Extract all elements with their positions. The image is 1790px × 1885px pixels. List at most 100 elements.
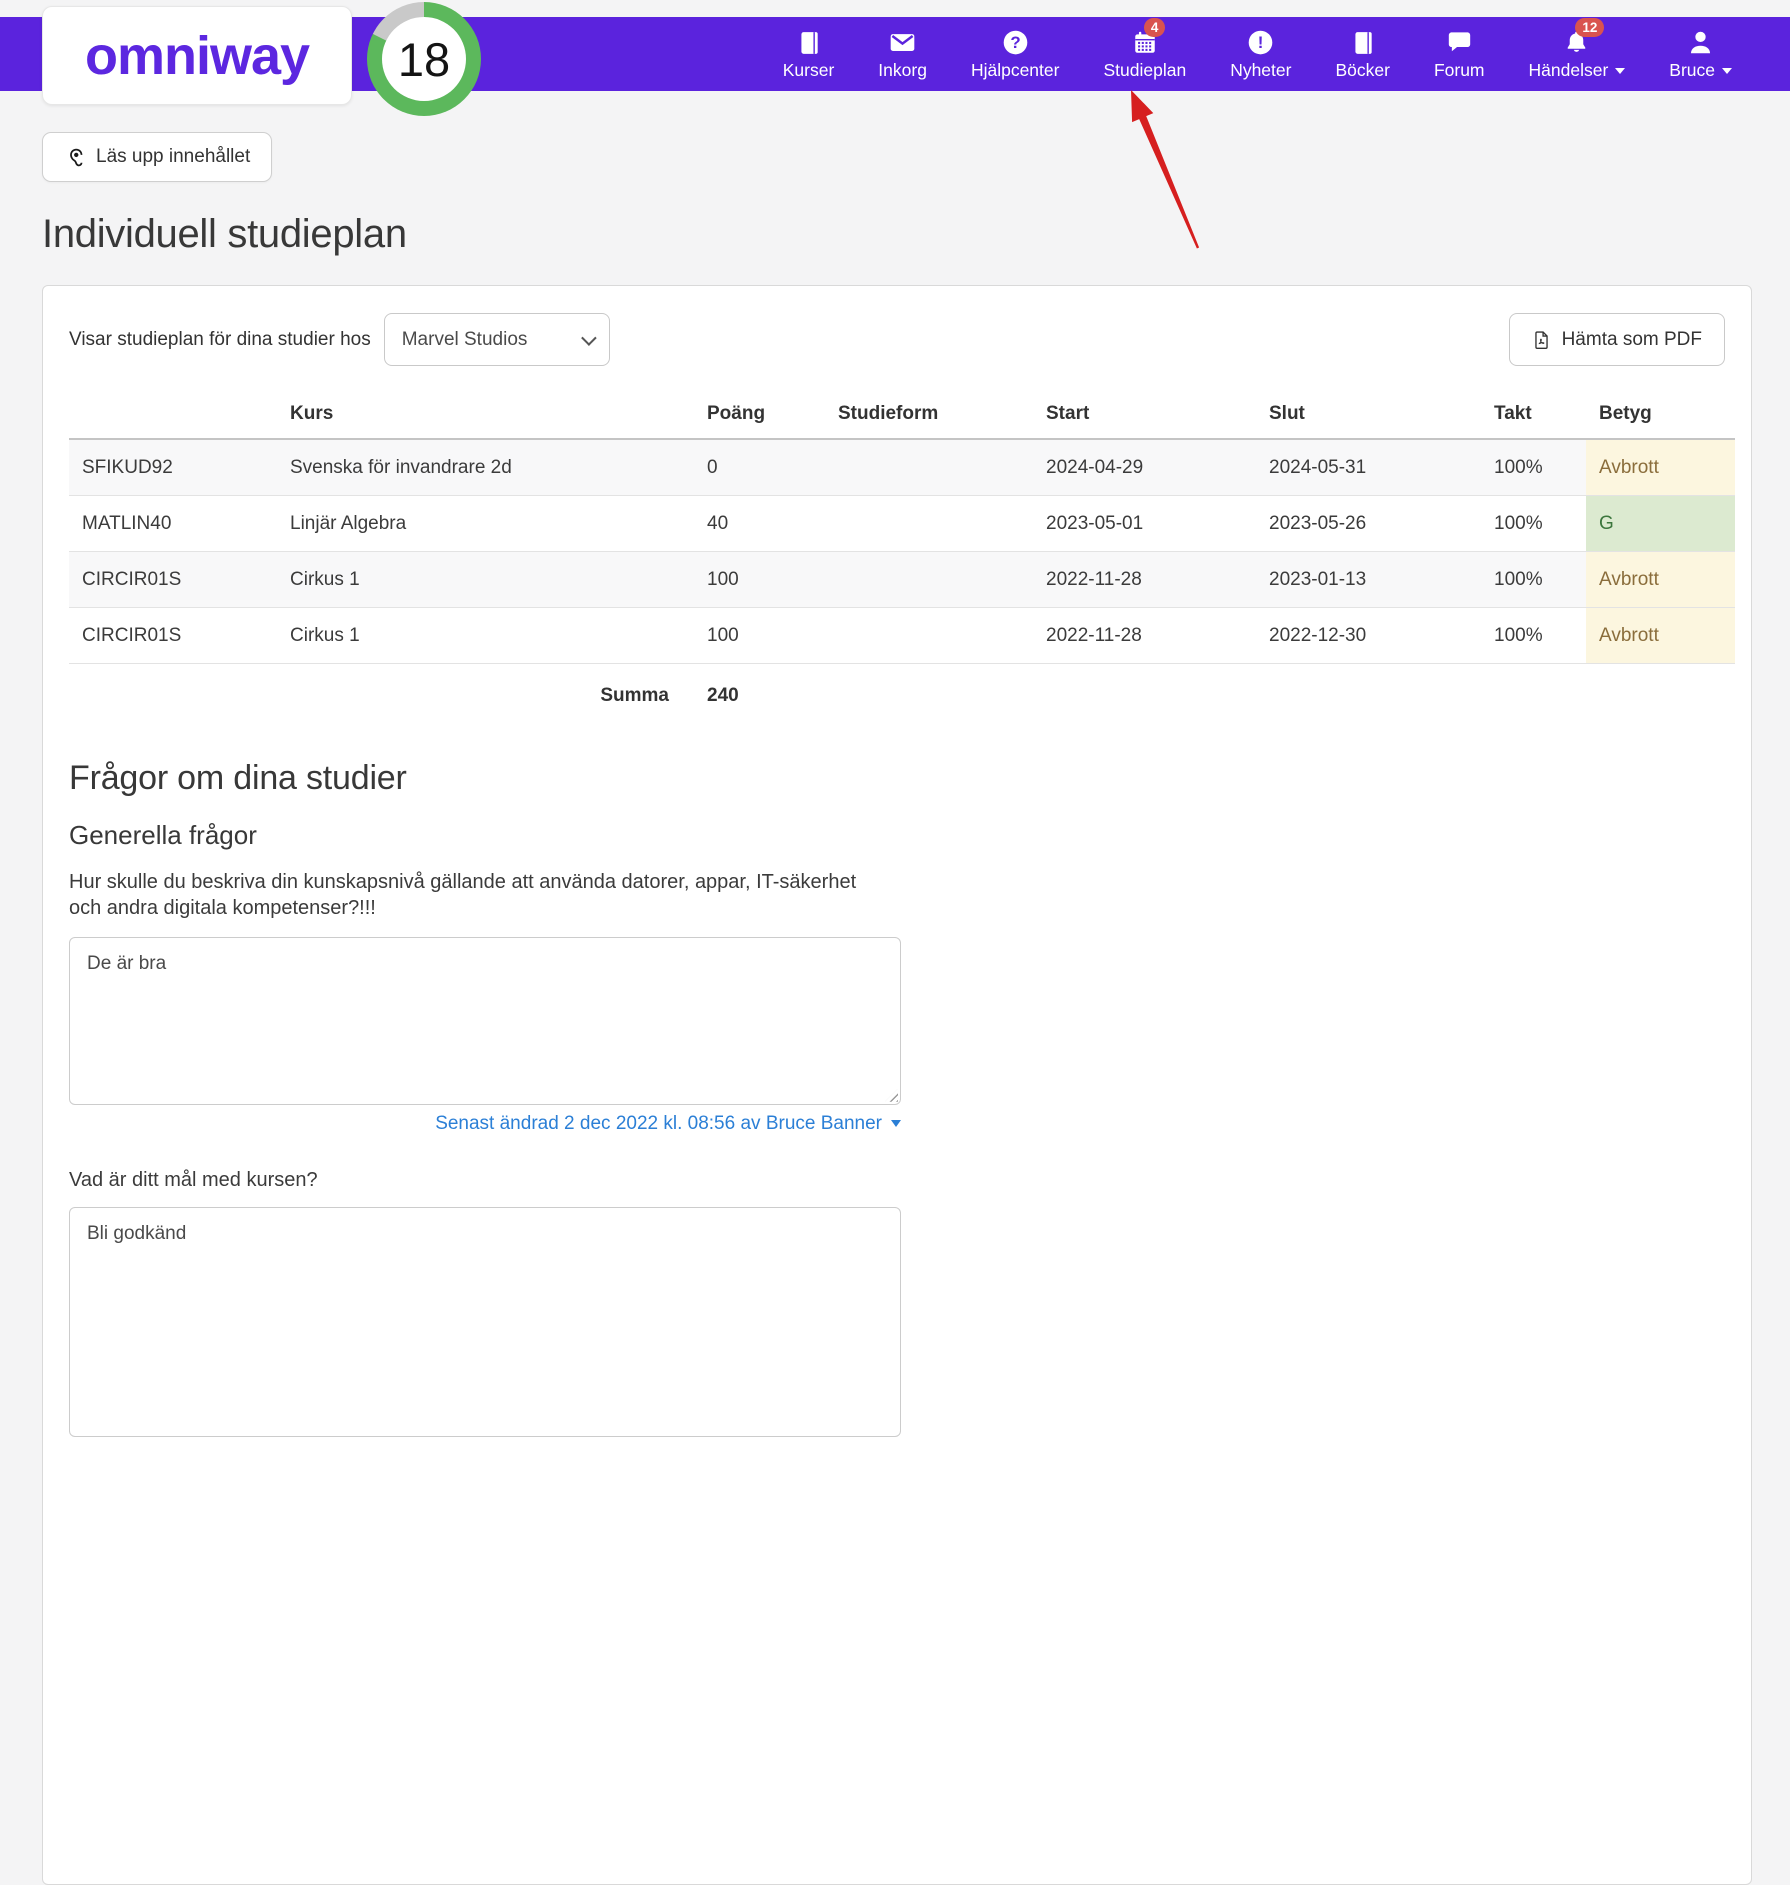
cell-studieform (825, 551, 1033, 608)
table-row: CIRCIR01S Cirkus 1 100 2022-11-28 2023-0… (69, 551, 1735, 608)
nav-item-bocker[interactable]: Böcker (1335, 28, 1390, 81)
cell-code: MATLIN40 (69, 495, 277, 552)
cell-takt: 100% (1481, 607, 1586, 664)
cell-takt: 100% (1481, 439, 1586, 496)
cell-start: 2023-05-01 (1033, 495, 1256, 552)
table-row: CIRCIR01S Cirkus 1 100 2022-11-28 2022-1… (69, 607, 1735, 664)
bell-icon: 12 (1563, 18, 1605, 56)
cell-poang: 40 (694, 495, 825, 552)
col-header-poang: Poäng (694, 397, 825, 440)
book-icon (796, 28, 822, 56)
cell-start: 2022-11-28 (1033, 551, 1256, 608)
cell-betyg: Avbrott (1586, 607, 1735, 664)
table-row: SFIKUD92 Svenska för invandrare 2d 0 202… (69, 439, 1735, 496)
answer-2-wrap: Bli godkänd (69, 1206, 901, 1437)
help-circle-icon: ? (1002, 28, 1029, 56)
cell-start: 2024-04-29 (1033, 439, 1256, 496)
provider-select-value: Marvel Studios (401, 328, 528, 350)
answer-2-textarea[interactable]: Bli godkänd (69, 1206, 901, 1437)
nav-item-label: Inkorg (878, 60, 927, 80)
cell-betyg: Avbrott (1586, 551, 1735, 608)
alert-circle-icon: ! (1247, 28, 1274, 56)
table-row: MATLIN40 Linjär Algebra 40 2023-05-01 20… (69, 495, 1735, 552)
page-title: Individuell studieplan (42, 212, 407, 256)
studyplan-table: Kurs Poäng Studieform Start Slut Takt Be… (69, 397, 1735, 664)
cell-slut: 2024-05-31 (1256, 439, 1481, 496)
question-1-text: Hur skulle du beskriva din kunskapsnivå … (69, 871, 857, 920)
last-edited-text: Senast ändrad 2 dec 2022 kl. 08:56 av Br… (435, 1112, 882, 1134)
nav-item-hjalpcenter[interactable]: ? Hjälpcenter (970, 28, 1060, 81)
cell-code: SFIKUD92 (69, 439, 277, 496)
chevron-down-icon (1615, 67, 1626, 74)
cell-studieform (825, 495, 1033, 552)
cell-kurs: Svenska för invandrare 2d (277, 439, 694, 496)
col-header-code (69, 397, 277, 440)
read-aloud-label: Läs upp innehållet (96, 146, 251, 167)
handelser-badge: 12 (1575, 18, 1605, 37)
questions-group-title: Generella frågor (69, 820, 257, 850)
cell-kurs: Linjär Algebra (277, 495, 694, 552)
cell-studieform (825, 439, 1033, 496)
answer-1-wrap: De är bra (69, 936, 901, 1105)
col-header-studieform: Studieform (825, 397, 1033, 440)
studieplan-badge: 4 (1143, 18, 1166, 37)
provider-select[interactable]: Marvel Studios (383, 313, 610, 366)
ear-icon (64, 147, 85, 168)
cell-poang: 100 (694, 607, 825, 664)
col-header-slut: Slut (1256, 397, 1481, 440)
envelope-icon (889, 28, 916, 56)
logo-text: omniway (84, 25, 310, 86)
col-header-betyg: Betyg (1586, 397, 1735, 440)
table-summary-row: Summa 240 (69, 664, 1727, 707)
provider-filter-label: Visar studieplan för dina studier hos (69, 328, 371, 350)
table-header-row: Kurs Poäng Studieform Start Slut Takt Be… (69, 397, 1735, 440)
cell-slut: 2023-05-26 (1256, 495, 1481, 552)
cell-kurs: Cirkus 1 (277, 607, 694, 664)
main-content: Läs upp innehållet Individuell studiepla… (42, 132, 1752, 1885)
cell-betyg: G (1586, 495, 1735, 552)
last-edited-link[interactable]: Senast ändrad 2 dec 2022 kl. 08:56 av Br… (69, 1113, 901, 1135)
col-header-start: Start (1033, 397, 1256, 440)
chevron-down-icon (580, 330, 597, 346)
logo[interactable]: omniway (42, 6, 352, 105)
cell-poang: 0 (694, 439, 825, 496)
cell-kurs: Cirkus 1 (277, 551, 694, 608)
cell-takt: 100% (1481, 495, 1586, 552)
plan-controls: Visar studieplan för dina studier hos Ma… (69, 313, 1725, 366)
nav-item-user-bruce[interactable]: Bruce (1669, 28, 1732, 81)
nav-item-studieplan[interactable]: 4 Studieplan (1103, 18, 1186, 81)
nav-item-kurser[interactable]: Kurser (783, 28, 834, 81)
cell-betyg: Avbrott (1586, 439, 1735, 496)
nav-item-label: Hjälpcenter (970, 60, 1060, 80)
nav-item-label: Forum (1433, 60, 1485, 80)
cell-studieform (825, 607, 1033, 664)
download-pdf-button[interactable]: Hämta som PDF (1508, 313, 1725, 366)
progress-ring-badge: 18 (367, 2, 481, 116)
cell-code: CIRCIR01S (69, 551, 277, 608)
nav-item-label: Nyheter (1230, 60, 1292, 80)
nav-item-label: Händelser (1528, 60, 1609, 80)
answer-1-textarea[interactable]: De är bra (69, 936, 901, 1105)
read-aloud-button[interactable]: Läs upp innehållet (42, 132, 273, 182)
cell-slut: 2023-01-13 (1256, 551, 1481, 608)
main-nav: Kurser Inkorg ? Hjälpcenter 4 Studieplan… (783, 17, 1790, 102)
questions-section-title: Frågor om dina studier (69, 759, 407, 797)
nav-item-handelser[interactable]: 12 Händelser (1528, 18, 1626, 81)
summary-total: 240 (707, 685, 739, 706)
progress-ring-value: 18 (397, 32, 451, 86)
cell-start: 2022-11-28 (1033, 607, 1256, 664)
pdf-file-icon (1532, 329, 1551, 351)
cell-poang: 100 (694, 551, 825, 608)
nav-item-forum[interactable]: Forum (1434, 28, 1485, 81)
svg-text:!: ! (1258, 33, 1264, 52)
user-icon (1687, 28, 1714, 56)
svg-text:?: ? (1010, 33, 1020, 52)
chevron-down-icon (891, 1120, 901, 1128)
calendar-icon: 4 (1132, 18, 1166, 56)
chat-bubble-icon (1446, 28, 1473, 56)
summary-label: Summa (600, 685, 669, 706)
nav-item-inkorg[interactable]: Inkorg (878, 28, 927, 81)
question-2-text: Vad är ditt mål med kursen? (69, 1168, 318, 1191)
nav-item-label: Bruce (1669, 60, 1715, 80)
nav-item-nyheter[interactable]: ! Nyheter (1230, 28, 1291, 81)
